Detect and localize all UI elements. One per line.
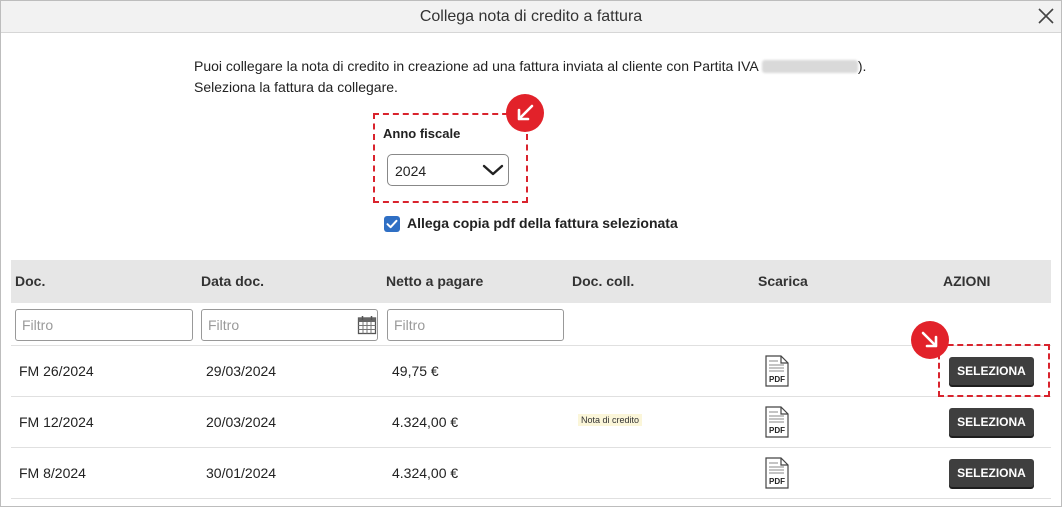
linked-doc-badge: Nota di credito [578, 414, 643, 426]
pdf-label: PDF [769, 477, 785, 486]
chevron-down-icon [482, 161, 504, 184]
intro-text: Puoi collegare la nota di credito in cre… [194, 56, 866, 98]
fiscal-year-value: 2024 [395, 163, 427, 179]
filter-net-input[interactable] [387, 309, 564, 341]
cell-net: 4.324,00 € [392, 465, 459, 481]
col-header-doc[interactable]: Doc. [15, 273, 45, 289]
invoice-table: Doc. Data doc. Netto a pagare Doc. coll.… [11, 260, 1051, 507]
cell-doc: FM 26/2024 [19, 363, 94, 379]
calendar-icon[interactable] [357, 315, 377, 340]
table-row: FM 26/2024 29/03/2024 49,75 € PDF SELEZI… [11, 346, 1051, 397]
redacted-vat-number [761, 60, 858, 73]
cell-date: 29/03/2024 [206, 363, 277, 379]
dialog-window: Collega nota di credito a fattura Puoi c… [0, 0, 1062, 507]
filter-doc-input[interactable] [15, 309, 193, 341]
filter-row [11, 303, 1051, 346]
arrow-down-right-icon [911, 321, 949, 359]
col-header-date[interactable]: Data doc. [201, 273, 264, 289]
cell-date: 20/03/2024 [206, 414, 277, 430]
cell-date: 30/01/2024 [206, 465, 277, 481]
intro-line-1-end: ). [857, 58, 867, 74]
intro-line-1-text: Puoi collegare la nota di credito in cre… [194, 58, 762, 74]
cell-doc: FM 8/2024 [19, 465, 86, 481]
table-row: FM 12/2024 20/03/2024 4.324,00 € Nota di… [11, 397, 1051, 448]
pdf-file-icon[interactable]: PDF [765, 457, 789, 494]
pdf-label: PDF [769, 426, 785, 435]
arrow-down-left-icon [506, 94, 544, 132]
table-header: Doc. Data doc. Netto a pagare Doc. coll.… [11, 260, 1051, 303]
col-header-actions: AZIONI [943, 273, 991, 289]
col-header-linked[interactable]: Doc. coll. [572, 273, 634, 289]
fiscal-year-label: Anno fiscale [383, 126, 461, 141]
table-row: FM 8/2024 30/01/2024 4.324,00 € PDF SELE… [11, 448, 1051, 499]
attach-pdf-label: Allega copia pdf della fattura seleziona… [407, 215, 678, 231]
select-button[interactable]: SELEZIONA [949, 459, 1034, 487]
intro-line-1: Puoi collegare la nota di credito in cre… [194, 56, 866, 77]
check-icon [386, 219, 398, 229]
fiscal-year-select[interactable]: 2024 [387, 154, 509, 186]
col-header-net[interactable]: Netto a pagare [386, 273, 483, 289]
select-button-highlight [938, 344, 1050, 397]
pdf-label: PDF [769, 375, 785, 384]
select-button[interactable]: SELEZIONA [949, 408, 1034, 436]
pdf-file-icon[interactable]: PDF [765, 406, 789, 443]
filter-date-input[interactable] [201, 309, 378, 341]
dialog-title: Collega nota di credito a fattura [419, 8, 643, 25]
cell-net: 4.324,00 € [392, 414, 459, 430]
attach-pdf-checkbox[interactable] [384, 216, 400, 232]
close-icon[interactable] [1033, 3, 1059, 29]
col-header-download: Scarica [758, 273, 808, 289]
cell-net: 49,75 € [392, 363, 439, 379]
dialog-titlebar: Collega nota di credito a fattura [1, 1, 1061, 33]
cell-doc: FM 12/2024 [19, 414, 94, 430]
pdf-file-icon[interactable]: PDF [765, 355, 789, 392]
